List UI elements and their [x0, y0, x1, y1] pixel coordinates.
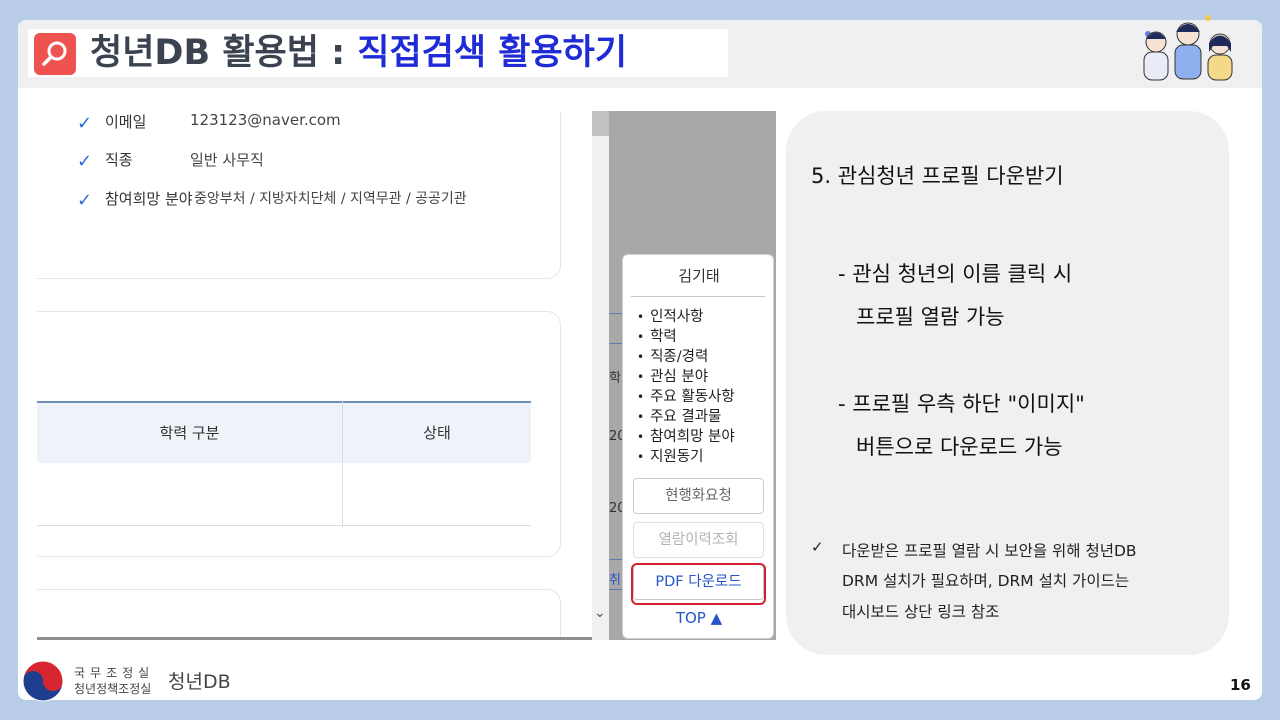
check-icon: ✓ [77, 113, 93, 134]
table-header: 학력 구분 상태 [37, 401, 531, 463]
divider [609, 343, 623, 344]
info-label: 이메일 [105, 113, 147, 131]
note-line: 대시보드 상단 링크 참조 [842, 603, 1000, 621]
column-header-status: 상태 [423, 424, 451, 442]
org-subname: 청년정책조정실 [74, 682, 152, 696]
view-history-button[interactable]: 열람이력조회 [633, 522, 764, 558]
note-line: DRM 설치가 필요하며, DRM 설치 가이드는 [842, 572, 1130, 590]
screenshot-panel: ✓ 이메일 123123@naver.com ✓ 직종 일반 사무직 ✓ 참여희… [37, 111, 776, 640]
next-card [37, 589, 561, 640]
scrollbar[interactable]: ⌄ [592, 111, 609, 640]
table-row [37, 525, 531, 526]
note-line: 다운받은 프로필 열람 시 보안을 위해 청년DB [842, 542, 1137, 560]
info-label: 직종 [105, 151, 133, 169]
divider [609, 313, 623, 314]
popup-section-list: 인적사항 학력 직종/경력 관심 분야 주요 활동사항 주요 결과물 참여희망 … [637, 307, 735, 467]
popup-section-item[interactable]: 학력 [637, 327, 735, 347]
check-icon: ✓ [77, 151, 93, 172]
description-line: 프로필 열람 가능 [856, 305, 1005, 329]
info-value: 일반 사무직 [190, 151, 264, 169]
taegeuk-emblem-icon [22, 660, 64, 702]
edge-text: 20 [609, 429, 623, 444]
edge-text: 학 [609, 371, 621, 386]
brand-logo: 청년DB [168, 671, 231, 693]
description-line: - 관심 청년의 이름 클릭 시 [838, 262, 1073, 286]
info-label: 참여희망 분야 [105, 190, 193, 208]
description-line: 버튼으로 다운로드 가능 [856, 435, 1063, 459]
page-number: 16 [1230, 676, 1251, 694]
page-title-highlight: 직접검색 활용하기 [357, 33, 628, 73]
top-button[interactable]: TOP ▲ [623, 609, 775, 627]
info-value: 123123@naver.com [190, 111, 341, 129]
page-title-main: 청년DB 활용법 : [90, 33, 346, 73]
update-request-button[interactable]: 현행화요청 [633, 478, 764, 514]
page-title: 청년DB 활용법 : 직접검색 활용하기 [90, 31, 627, 75]
divider [631, 296, 765, 297]
edge-text: 20 [609, 501, 623, 516]
popup-section-item[interactable]: 직종/경력 [637, 347, 735, 367]
check-icon: ✓ [77, 190, 93, 211]
divider [37, 637, 609, 640]
step-title: 5. 관심청년 프로필 다운받기 [811, 164, 1064, 188]
column-header-education: 학력 구분 [159, 424, 220, 442]
org-name: 국무조정실 [74, 666, 155, 680]
popup-section-item[interactable]: 주요 활동사항 [637, 387, 735, 407]
column-divider [342, 401, 343, 527]
divider [609, 559, 623, 560]
mascots-illustration [1143, 15, 1233, 81]
chevron-down-icon[interactable]: ⌄ [594, 605, 606, 621]
popup-section-item[interactable]: 관심 분야 [637, 367, 735, 387]
check-icon: ✓ [811, 538, 824, 556]
edge-text: 취 [609, 573, 621, 588]
divider [609, 589, 623, 590]
scroll-thumb[interactable] [592, 111, 609, 136]
search-icon [34, 33, 76, 75]
popup-name: 김기태 [678, 267, 720, 285]
popup-section-item[interactable]: 참여희망 분야 [637, 427, 735, 447]
popup-section-item[interactable]: 주요 결과물 [637, 407, 735, 427]
popup-section-item[interactable]: 지원동기 [637, 447, 735, 467]
info-value: 중앙부처 / 지방자치단체 / 지역무관 / 공공기관 [194, 191, 467, 207]
description-line: - 프로필 우측 하단 "이미지" [838, 392, 1085, 416]
popup-section-item[interactable]: 인적사항 [637, 307, 735, 327]
highlight-box [631, 563, 766, 605]
